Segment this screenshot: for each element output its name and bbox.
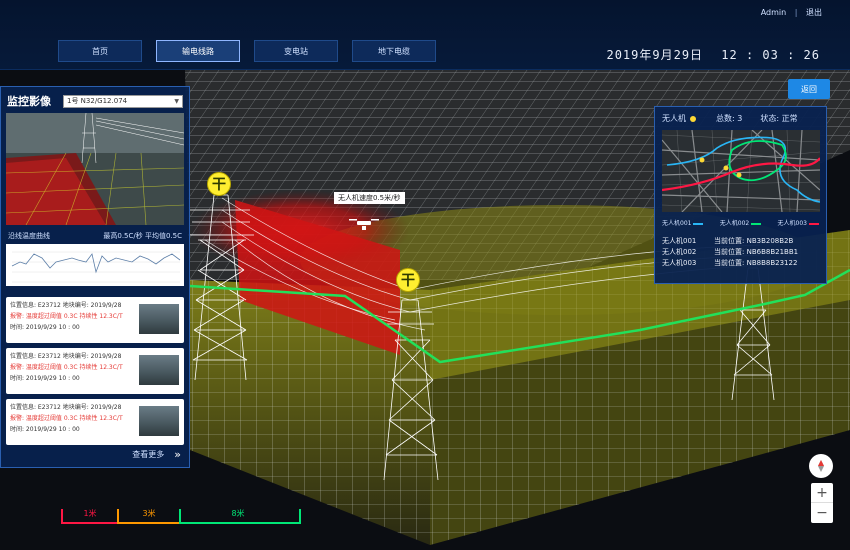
monitor-panel: 监控影像 1号 N32/G12.074 ▼ 沿线温度曲线 最高0.5C/秒 平均… <box>0 86 190 468</box>
alert-card[interactable]: 位置信息: E23712 地块编号: 2019/9/28 报警: 温度超过阈值 0… <box>6 297 184 343</box>
legend-label: 无人机003 <box>777 220 807 227</box>
drone-row[interactable]: 无人机001 当前位置: NB3B208B2B <box>662 236 819 247</box>
datetime-display: 2019年9月29日 12 : 03 : 26 <box>606 46 820 63</box>
time-text: 12 : 03 : 26 <box>721 48 820 62</box>
zoom-out-button[interactable]: − <box>811 503 833 523</box>
zoom-control: + − <box>811 483 833 523</box>
return-button[interactable]: 返回 <box>788 79 830 99</box>
drone-name: 无人机001 <box>662 237 697 245</box>
user-menu: Admin | 退出 <box>761 7 822 18</box>
drone-name: 无人机002 <box>662 248 697 256</box>
legend-label: 无人机001 <box>662 220 692 227</box>
drone-status: 状态: 正常 <box>760 114 798 123</box>
drone-speed-label: 无人机速度0.5米/秒 <box>334 192 405 204</box>
legend-item: 无人机003 <box>778 218 819 227</box>
level-3-label: 3米 <box>142 508 155 518</box>
top-bar: Admin | 退出 首页 输电线路 变电站 地下电缆 2019年9月29日 12 :… <box>0 0 850 70</box>
temperature-chart-header: 沿线温度曲线 最高0.5C/秒 平均值0.5C <box>1 225 189 244</box>
drone-position: 当前位置: NB8B8B23122 <box>714 259 798 267</box>
monitor-panel-title: 监控影像 <box>7 95 51 108</box>
date-text: 2019年9月29日 <box>606 48 704 62</box>
logout-link[interactable]: 退出 <box>806 8 822 17</box>
drone-status-dot-icon <box>690 115 696 122</box>
alert-time: 时间: 2019/9/29 10 : 00 <box>10 375 80 382</box>
alert-warning: 报警: 温度超过阈值 0.3C 持续性 12.3C/T <box>10 415 123 422</box>
chevron-down-icon: ▼ <box>174 97 179 105</box>
level-1-label: 1米 <box>83 508 96 518</box>
view-more-link[interactable]: 查看更多 » <box>132 448 181 461</box>
view-more-label: 查看更多 <box>132 450 165 459</box>
tower-badge-center[interactable]: 干 <box>396 268 420 292</box>
alert-thumbnail[interactable] <box>139 304 179 334</box>
double-chevron-right-icon: » <box>174 448 181 461</box>
drone-legend: 无人机001 无人机002 无人机003 <box>662 218 819 227</box>
legend-label: 无人机002 <box>719 220 750 227</box>
drone-position-list: 无人机001 当前位置: NB3B208B2B 无人机002 当前位置: NB6B8B… <box>662 236 819 269</box>
drone-name: 无人机003 <box>662 259 697 267</box>
user-separator: | <box>794 8 798 17</box>
nav-tab[interactable]: 地下电缆 <box>352 40 436 62</box>
drone-position: 当前位置: NB3B208B2B <box>714 237 794 245</box>
alert-position: 位置信息: E23712 地块编号: 2019/9/28 <box>10 404 122 411</box>
camera-select[interactable]: 1号 N32/G12.074 ▼ <box>63 94 183 108</box>
alert-card[interactable]: 位置信息: E23712 地块编号: 2019/9/28 报警: 温度超过阈值 0… <box>6 399 184 445</box>
legend-swatch <box>808 222 819 225</box>
alert-warning: 报警: 温度超过阈值 0.3C 持续性 12.3C/T <box>10 313 123 320</box>
drone-position: 当前位置: NB6B8B21BB1 <box>714 248 799 256</box>
nav-tab[interactable]: 变电站 <box>254 40 338 62</box>
legend-item: 无人机001 <box>662 218 704 227</box>
legend-swatch <box>751 222 762 225</box>
compass-icon[interactable] <box>809 454 833 478</box>
zoom-in-button[interactable]: + <box>811 483 833 503</box>
drone-row[interactable]: 无人机003 当前位置: NB8B8B23122 <box>662 258 819 269</box>
legend-item: 无人机002 <box>719 218 762 227</box>
alert-time: 时间: 2019/9/29 10 : 00 <box>10 426 80 433</box>
temperature-chart-title: 沿线温度曲线 <box>8 232 50 240</box>
drone-row[interactable]: 无人机002 当前位置: NB6B8B21BB1 <box>662 247 819 258</box>
alert-card[interactable]: 位置信息: E23712 地块编号: 2019/9/28 报警: 温度超过阈值 0… <box>6 348 184 394</box>
temperature-line-chart <box>6 244 184 286</box>
drone-count: 总数: 3 <box>716 114 743 123</box>
drone-panel-header: 无人机 总数: 3 状态: 正常 <box>662 113 819 124</box>
camera-select-value: 1号 N32/G12.074 <box>67 97 128 105</box>
alert-thumbnail[interactable] <box>139 406 179 436</box>
alert-warning: 报警: 温度超过阈值 0.3C 持续性 12.3C/T <box>10 364 123 371</box>
drone-panel: 无人机 总数: 3 状态: 正常 无人机001 无人机002 无人机003 无人机0… <box>654 106 827 284</box>
username[interactable]: Admin <box>761 8 787 17</box>
nav-tab[interactable]: 输电线路 <box>156 40 240 62</box>
camera-video-feed[interactable] <box>6 113 184 225</box>
alert-thumbnail[interactable] <box>139 355 179 385</box>
main-nav: 首页 输电线路 变电站 地下电缆 <box>58 40 436 62</box>
alert-position: 位置信息: E23712 地块编号: 2019/9/28 <box>10 302 122 309</box>
temperature-chart-stats: 最高0.5C/秒 平均值0.5C <box>103 232 182 240</box>
alert-list: 位置信息: E23712 地块编号: 2019/9/28 报警: 温度超过阈值 0… <box>6 297 184 445</box>
drone-route-map[interactable] <box>662 130 820 212</box>
alert-time: 时间: 2019/9/29 10 : 00 <box>10 324 80 331</box>
level-8-label: 8米 <box>231 508 244 518</box>
height-level-legend: 1米 3米 8米 <box>61 508 301 524</box>
monitor-panel-header: 监控影像 1号 N32/G12.074 ▼ <box>1 87 189 113</box>
tower-badge-left[interactable]: 干 <box>207 172 231 196</box>
nav-tab[interactable]: 首页 <box>58 40 142 62</box>
drone-panel-title: 无人机 <box>662 114 686 123</box>
alert-position: 位置信息: E23712 地块编号: 2019/9/28 <box>10 353 122 360</box>
legend-swatch <box>693 222 704 225</box>
